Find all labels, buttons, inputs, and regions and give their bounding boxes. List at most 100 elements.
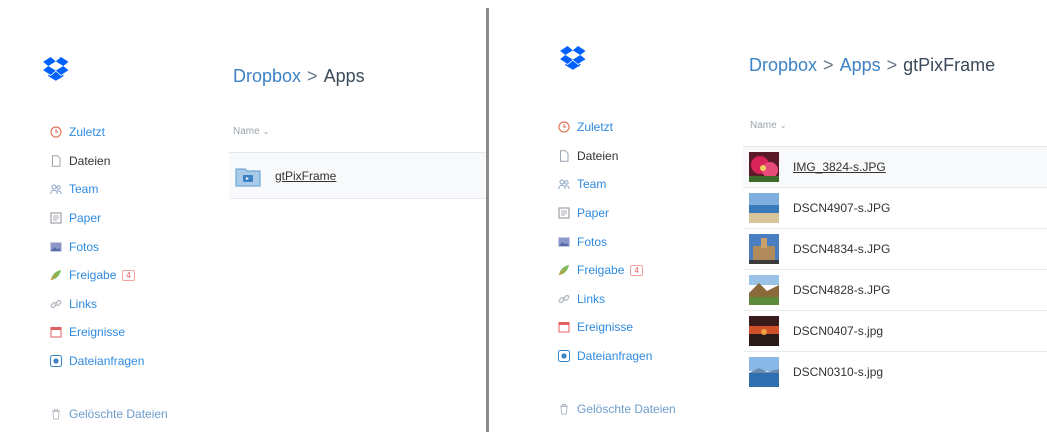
file-name[interactable]: DSCN0407-s.jpg: [793, 324, 883, 338]
file-name[interactable]: DSCN4907-s.JPG: [793, 201, 890, 215]
sidebar-item-ereignisse[interactable]: Ereignisse: [558, 313, 676, 342]
link-icon: [50, 298, 62, 310]
sidebar-item-dateien[interactable]: Dateien: [50, 147, 168, 176]
team-icon: [558, 178, 570, 190]
sidebar-item-label: Dateien: [577, 148, 619, 163]
sidebar-item-paper[interactable]: Paper: [558, 199, 676, 228]
left-window: Dropbox > Apps Zuletzt Dateien Team Paper …: [0, 0, 486, 432]
sidebar-item-label: Links: [577, 291, 606, 306]
share-count-badge: 4: [122, 269, 135, 281]
file-name[interactable]: IMG_3824-s.JPG: [793, 160, 886, 174]
breadcrumb: Dropbox > Apps > gtPixFrame: [749, 55, 995, 76]
sidebar-item-team[interactable]: Team: [50, 175, 168, 204]
sidebar-item-label: Team: [69, 182, 99, 197]
sea-thumbnail-icon: [749, 357, 779, 387]
file-name[interactable]: DSCN0310-s.jpg: [793, 365, 883, 379]
link-icon: [558, 293, 570, 305]
window-gap: [489, 0, 538, 432]
sidebar-item-paper[interactable]: Paper: [50, 204, 168, 233]
sidebar-item-dateianfragen[interactable]: Dateianfragen: [558, 342, 676, 371]
sidebar-nav: Zuletzt Dateien Team Paper Fotos Freigab…: [558, 113, 676, 423]
sidebar-item-label: Ereignisse: [577, 320, 634, 335]
dropbox-logo-icon[interactable]: [42, 57, 70, 81]
file-icon: [50, 155, 62, 167]
beach-thumbnail-icon: [749, 193, 779, 223]
file-row[interactable]: DSCN4907-s.JPG: [743, 188, 1047, 229]
calendar-icon: [558, 321, 570, 333]
sidebar-item-label: Freigabe: [69, 268, 117, 283]
file-row[interactable]: DSCN0310-s.jpg: [743, 352, 1047, 392]
sidebar-item-label: Team: [577, 177, 607, 192]
clock-icon: [50, 126, 62, 138]
sidebar-item-fotos[interactable]: Fotos: [50, 232, 168, 261]
file-name[interactable]: DSCN4834-s.JPG: [793, 242, 890, 256]
sidebar-item-team[interactable]: Team: [558, 170, 676, 199]
sidebar-item-label: Fotos: [577, 234, 608, 249]
app-folder-icon: [235, 163, 261, 189]
file-name[interactable]: gtPixFrame: [275, 169, 336, 183]
share-icon: [50, 269, 62, 281]
breadcrumb-apps: Apps: [323, 66, 365, 86]
sidebar-item-ereignisse[interactable]: Ereignisse: [50, 318, 168, 347]
file-row[interactable]: DSCN4828-s.JPG: [743, 270, 1047, 311]
file-name[interactable]: DSCN4828-s.JPG: [793, 283, 890, 297]
trash-icon: [558, 403, 570, 415]
sidebar-item-label: Zuletzt: [69, 125, 106, 140]
file-row[interactable]: DSCN0407-s.jpg: [743, 311, 1047, 352]
sidebar-item-label: Dateianfragen: [69, 354, 145, 369]
share-count-badge: 4: [630, 264, 643, 276]
sidebar-item-label: Fotos: [69, 239, 100, 254]
breadcrumb: Dropbox > Apps: [233, 66, 365, 87]
file-icon: [558, 150, 570, 162]
column-header-name[interactable]: Name ⌄: [750, 120, 786, 131]
paper-icon: [50, 212, 62, 224]
sidebar-item-label: Ereignisse: [69, 325, 126, 340]
calendar-icon: [50, 326, 62, 338]
sidebar-item-zuletzt[interactable]: Zuletzt: [50, 118, 168, 147]
sidebar-item-freigabe[interactable]: Freigabe 4: [50, 261, 168, 290]
sidebar-item-geloeschte-dateien[interactable]: Gelöschte Dateien: [50, 399, 168, 428]
breadcrumb-separator-icon: >: [823, 55, 834, 75]
trash-icon: [50, 408, 62, 420]
building-thumbnail-icon: [749, 234, 779, 264]
sunset-thumbnail-icon: [749, 316, 779, 346]
sidebar-nav: Zuletzt Dateien Team Paper Fotos Freigab…: [50, 118, 168, 428]
sidebar-item-freigabe[interactable]: Freigabe 4: [558, 256, 676, 285]
photos-icon: [50, 241, 62, 253]
file-request-icon: [50, 355, 62, 368]
chevron-down-icon: ⌄: [262, 127, 270, 136]
file-request-icon: [558, 350, 570, 363]
sidebar-item-geloeschte-dateien[interactable]: Gelöschte Dateien: [558, 394, 676, 423]
sidebar-item-label: Freigabe: [577, 263, 625, 278]
sidebar-item-links[interactable]: Links: [50, 290, 168, 319]
breadcrumb-apps[interactable]: Apps: [840, 55, 881, 75]
sidebar-item-dateianfragen[interactable]: Dateianfragen: [50, 347, 168, 376]
chevron-down-icon: ⌄: [779, 121, 787, 130]
dropbox-logo-icon[interactable]: [559, 46, 587, 70]
breadcrumb-separator-icon: >: [886, 55, 898, 75]
file-row[interactable]: DSCN4834-s.JPG: [743, 229, 1047, 270]
breadcrumb-separator-icon: >: [307, 66, 318, 86]
file-row[interactable]: IMG_3824-s.JPG: [743, 147, 1047, 188]
photos-icon: [558, 236, 570, 248]
breadcrumb-dropbox[interactable]: Dropbox: [749, 55, 817, 75]
file-row[interactable]: gtPixFrame: [229, 153, 486, 199]
sidebar-item-links[interactable]: Links: [558, 285, 676, 314]
sidebar-item-dateien[interactable]: Dateien: [558, 142, 676, 171]
flower-thumbnail-icon: [749, 152, 779, 182]
sidebar-item-label: Dateianfragen: [577, 349, 653, 364]
sidebar-item-label: Paper: [577, 206, 610, 221]
sidebar-item-fotos[interactable]: Fotos: [558, 227, 676, 256]
sidebar-item-label: Paper: [69, 211, 102, 226]
sidebar-item-label: Zuletzt: [577, 120, 614, 135]
breadcrumb-dropbox[interactable]: Dropbox: [233, 66, 301, 86]
sidebar-item-label: Dateien: [69, 153, 111, 168]
sidebar-item-label: Gelöschte Dateien: [577, 401, 676, 416]
sidebar-item-zuletzt[interactable]: Zuletzt: [558, 113, 676, 142]
team-icon: [50, 183, 62, 195]
column-header-name[interactable]: Name ⌄: [233, 126, 269, 137]
sidebar-item-label: Links: [69, 296, 98, 311]
landscape-thumbnail-icon: [749, 275, 779, 305]
share-icon: [558, 264, 570, 276]
paper-icon: [558, 207, 570, 219]
